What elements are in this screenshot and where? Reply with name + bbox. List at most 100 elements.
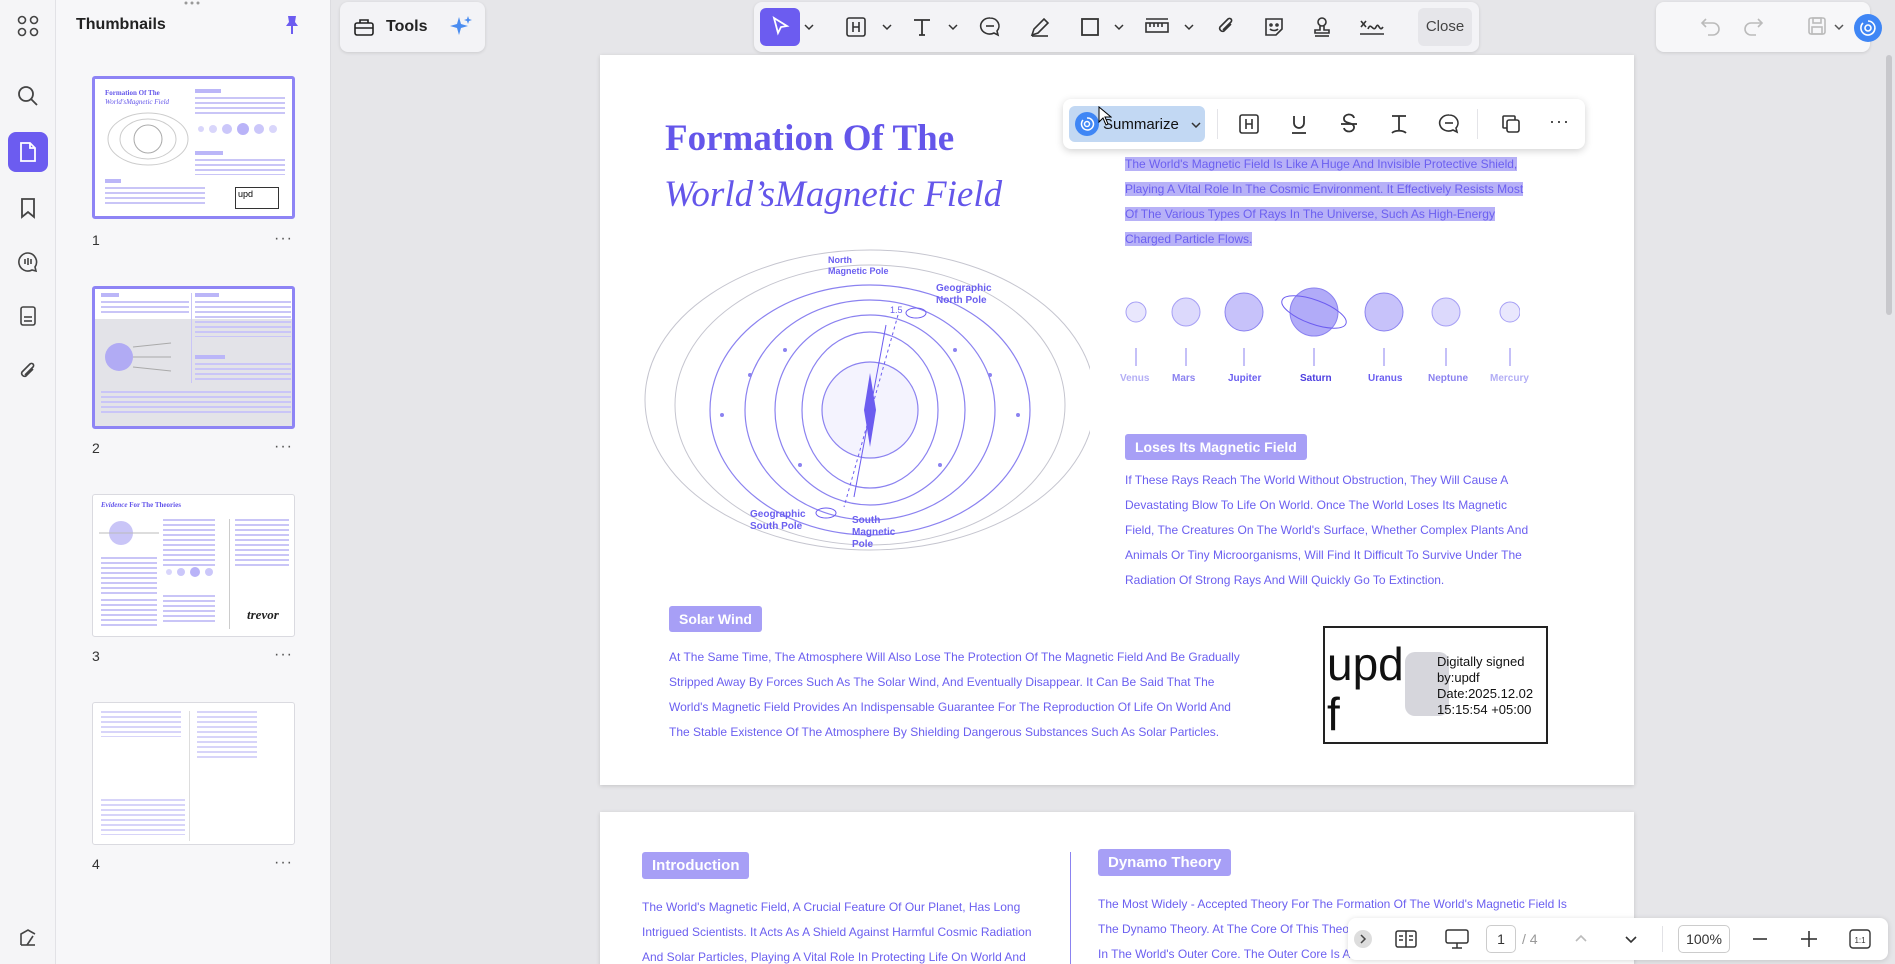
- chevron-down-icon[interactable]: [1114, 23, 1124, 31]
- planet-label-neptune: Neptune: [1428, 373, 1468, 384]
- planet-label-venus: Venus: [1120, 373, 1150, 384]
- selected-text-line: Charged Particle Flows.: [1125, 232, 1253, 246]
- attach-tool-icon[interactable]: [1214, 15, 1238, 39]
- magnetic-field-diagram: [644, 249, 1090, 551]
- ai-assistant-avatar[interactable]: [1854, 14, 1882, 42]
- highlight-selection-icon[interactable]: [1237, 112, 1261, 136]
- more-options-icon[interactable]: ···: [1549, 111, 1570, 132]
- page-thumbnail-2[interactable]: [92, 286, 295, 429]
- measure-tool-icon[interactable]: [1144, 15, 1169, 39]
- thumb2-heading-bar-2: [195, 293, 219, 297]
- signature-tool-icon[interactable]: [1358, 15, 1384, 39]
- save-icon[interactable]: [1806, 15, 1830, 39]
- presentation-icon[interactable]: [1444, 928, 1470, 950]
- select-tool-button[interactable]: [760, 8, 800, 46]
- chevron-down-icon[interactable]: [882, 23, 892, 31]
- planet-label-jupiter: Jupiter: [1228, 373, 1262, 384]
- thumb-more-icon-2[interactable]: ···: [274, 438, 293, 456]
- label-geographic-north-pole: Geographic North Pole: [936, 283, 992, 306]
- bookmark-icon[interactable]: [8, 188, 48, 228]
- signature-logo-line2: f: [1327, 688, 1340, 740]
- tools-group: Tools: [340, 2, 485, 52]
- toolbox-icon[interactable]: [352, 15, 376, 39]
- toolbar-divider: [1662, 926, 1663, 952]
- thumb1-heading-bar-2: [195, 151, 223, 155]
- collapse-bar-button[interactable]: [1354, 930, 1372, 948]
- chevron-down-icon[interactable]: [804, 23, 814, 31]
- thumb1-heading-bar-3: [105, 179, 121, 183]
- current-page-input[interactable]: 1: [1486, 925, 1516, 953]
- panel-drag-handle[interactable]: [180, 0, 204, 6]
- planet-labels: Venus Mars Jupiter Saturn Uranus Neptune…: [1120, 373, 1540, 387]
- pin-icon[interactable]: [282, 14, 302, 36]
- page-thumbnail-1[interactable]: Formation Of The World'sMagnetic Field u…: [92, 76, 295, 219]
- document-page-1: Formation Of The World’sMagnetic Field N…: [600, 55, 1634, 785]
- thumb-more-icon-1[interactable]: ···: [274, 230, 293, 248]
- layers-icon[interactable]: [8, 918, 48, 958]
- shape-tool-icon[interactable]: [1078, 15, 1102, 39]
- tools-button[interactable]: Tools: [386, 18, 427, 36]
- chevron-down-icon[interactable]: [948, 23, 958, 31]
- planet-label-uranus: Uranus: [1368, 373, 1403, 384]
- summarize-button[interactable]: Summarize: [1069, 106, 1205, 142]
- add-comment-icon[interactable]: [1437, 112, 1461, 136]
- thumb4-text-block-2: [197, 711, 257, 761]
- thumb1-text-block: [195, 97, 285, 115]
- zoom-in-icon[interactable]: [1800, 930, 1818, 948]
- page-thumbnail-3[interactable]: Evidence For The Theories trevor: [92, 494, 295, 637]
- chevron-down-icon[interactable]: [1184, 23, 1194, 31]
- actual-size-icon[interactable]: 1:1: [1848, 927, 1872, 951]
- thumb-page-number-1: 1: [92, 232, 100, 248]
- thumb3-text-block-3: [163, 519, 215, 569]
- comment-icon[interactable]: [8, 242, 48, 282]
- highlight-tool-icon[interactable]: [844, 15, 868, 39]
- dynamo-theory-heading: Dynamo Theory: [1098, 849, 1232, 876]
- loses-magnetic-field-text: If These Rays Reach The World Without Ob…: [1125, 473, 1529, 587]
- loses-magnetic-field-heading: Loses Its Magnetic Field: [1125, 434, 1307, 460]
- strikethrough-icon[interactable]: [1337, 112, 1361, 136]
- thumb-page-number-4: 4: [92, 856, 100, 872]
- thumbnails-panel: Thumbnails Formation Of The World'sMagne…: [56, 0, 331, 964]
- chevron-down-icon[interactable]: [1834, 23, 1844, 31]
- selected-text-block[interactable]: The World's Magnetic Field Is Like A Hug…: [1125, 152, 1524, 252]
- comment-tool-icon[interactable]: [978, 15, 1002, 39]
- thumb3-text-block-4: [163, 595, 215, 625]
- form-field-icon[interactable]: [8, 296, 48, 336]
- thumb-more-icon-3[interactable]: ···: [274, 646, 293, 664]
- page-layout-icon[interactable]: [1394, 928, 1418, 950]
- zoom-out-icon[interactable]: [1752, 932, 1768, 946]
- signature-logo-line1: upd: [1327, 638, 1404, 690]
- thumbnails-page-icon[interactable]: [8, 132, 48, 172]
- introduction-text: The World's Magnetic Field, A Crucial Fe…: [642, 900, 1032, 964]
- thumb3-text-block: [101, 557, 157, 597]
- redo-icon[interactable]: [1742, 15, 1766, 39]
- summarize-label: Summarize: [1103, 116, 1179, 133]
- thumb1-title-line1: Formation Of The: [105, 89, 160, 97]
- next-page-icon[interactable]: [1624, 934, 1638, 946]
- stamp-tool-icon[interactable]: [1310, 15, 1334, 39]
- total-pages: / 4: [1522, 931, 1538, 947]
- digital-signature-box[interactable]: upd f Digitally signed by:updf Date:2025…: [1323, 626, 1548, 744]
- thumb1-heading-bar: [195, 89, 221, 93]
- text-replace-icon[interactable]: [1387, 112, 1411, 136]
- underline-icon[interactable]: [1287, 112, 1311, 136]
- introduction-heading: Introduction: [642, 852, 750, 879]
- close-button[interactable]: Close: [1418, 8, 1472, 46]
- thumb2-diagram: [105, 342, 172, 372]
- undo-icon[interactable]: [1700, 15, 1724, 39]
- text-tool-icon[interactable]: [910, 15, 934, 39]
- thumb-more-icon-4[interactable]: ···: [274, 854, 293, 872]
- thumb2-text-block-4: [101, 391, 291, 413]
- ai-sparkle-icon[interactable]: [448, 14, 474, 40]
- grid-apps-icon[interactable]: [8, 6, 48, 46]
- previous-page-icon[interactable]: [1574, 932, 1588, 944]
- attachment-icon[interactable]: [8, 351, 48, 391]
- sticker-tool-icon[interactable]: [1262, 15, 1286, 39]
- search-icon[interactable]: [8, 76, 48, 116]
- thumb3-text-block-2: [101, 599, 157, 629]
- copy-icon[interactable]: [1499, 112, 1523, 136]
- vertical-scrollbar[interactable]: [1886, 55, 1892, 315]
- pencil-tool-icon[interactable]: [1028, 15, 1052, 39]
- zoom-level-input[interactable]: 100%: [1678, 925, 1730, 953]
- page-thumbnail-4[interactable]: [92, 702, 295, 845]
